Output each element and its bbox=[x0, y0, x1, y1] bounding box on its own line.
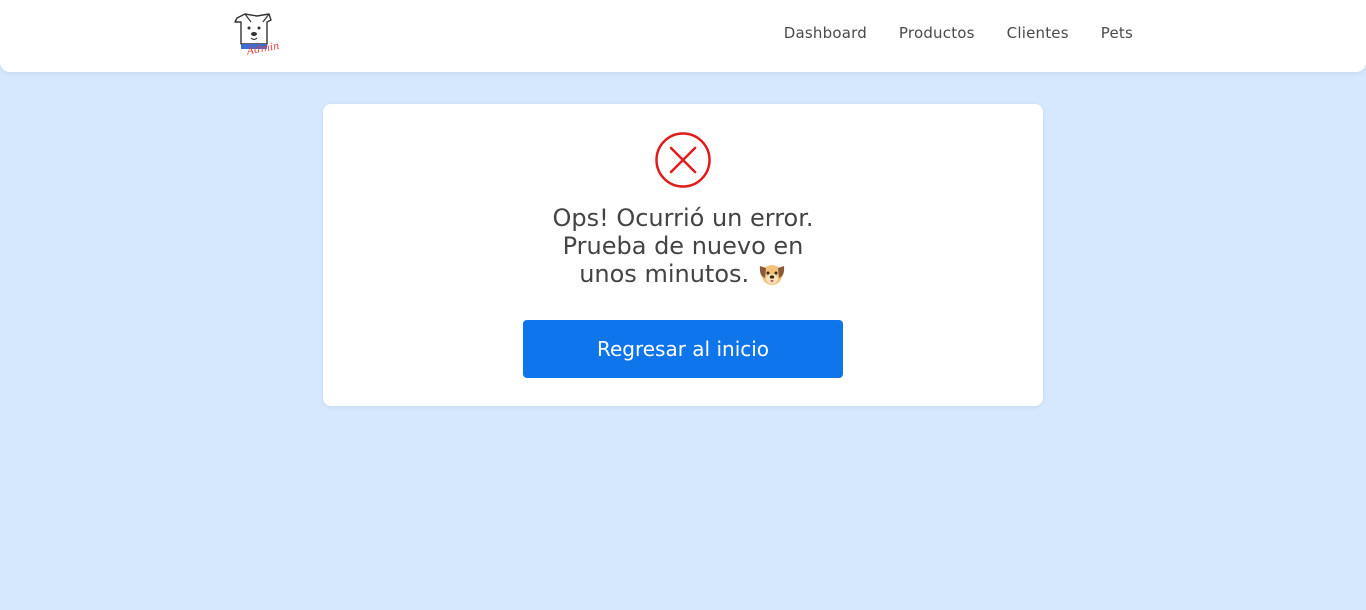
nav-dashboard[interactable]: Dashboard bbox=[784, 24, 867, 42]
back-home-button[interactable]: Regresar al inicio bbox=[523, 320, 843, 378]
top-navbar: Admin Dashboard Productos Clientes Pets bbox=[0, 0, 1366, 72]
error-card: Ops! Ocurrió un error. Prueba de nuevo e… bbox=[323, 104, 1043, 406]
nav-productos[interactable]: Productos bbox=[899, 24, 975, 42]
dog-face-icon bbox=[757, 260, 787, 288]
error-message: Ops! Ocurrió un error. Prueba de nuevo e… bbox=[503, 204, 863, 288]
error-message-line1: Ops! Ocurrió un error. bbox=[552, 204, 814, 232]
dog-admin-logo-icon[interactable]: Admin bbox=[231, 10, 283, 58]
error-message-line3-text: unos minutos. bbox=[579, 260, 750, 288]
nav-pets[interactable]: Pets bbox=[1101, 24, 1133, 42]
nav-clientes[interactable]: Clientes bbox=[1007, 24, 1069, 42]
error-message-line2: Prueba de nuevo en bbox=[562, 232, 804, 260]
main-nav: Dashboard Productos Clientes Pets bbox=[752, 0, 1133, 66]
error-x-icon bbox=[654, 131, 712, 189]
error-message-line3: unos minutos. bbox=[503, 260, 863, 288]
